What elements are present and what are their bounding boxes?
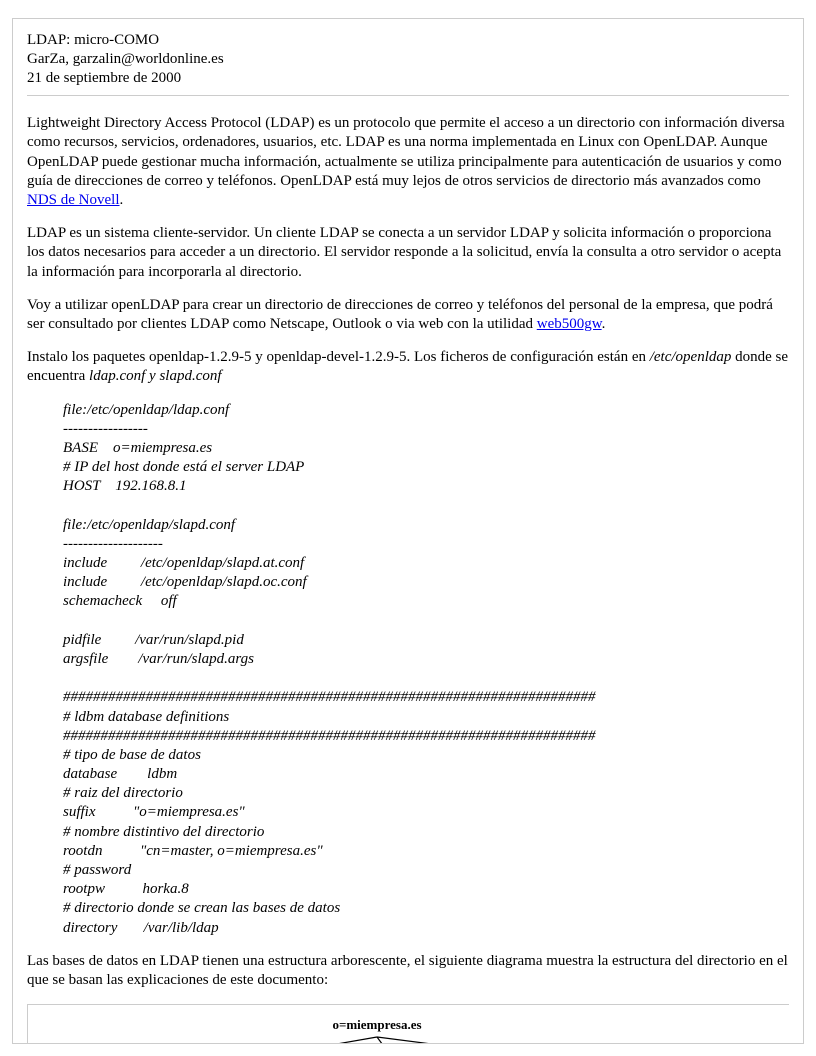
- diagram-root: o=miempresa.es: [332, 1017, 421, 1032]
- usage-text: Voy a utilizar openLDAP para crear un di…: [27, 297, 773, 332]
- install-files: ldap.conf y slapd.conf: [89, 368, 221, 384]
- divider: [27, 95, 789, 96]
- intro-tail: .: [120, 192, 124, 208]
- install-text-a: Instalo los paquetes openldap-1.2.9-5 y …: [27, 349, 650, 365]
- install-paragraph: Instalo los paquetes openldap-1.2.9-5 y …: [27, 348, 789, 386]
- config-block: file:/etc/openldap/ldap.conf -----------…: [63, 401, 789, 938]
- tree-diagram: o=miempresa.es ou=cordoba ou=alm.cordoba…: [27, 1004, 789, 1044]
- doc-author: GarZa, garzalin@worldonline.es: [27, 50, 789, 69]
- doc-date: 21 de septiembre de 2000: [27, 69, 789, 88]
- intro-paragraph: Lightweight Directory Access Protocol (L…: [27, 114, 789, 210]
- client-server-paragraph: LDAP es un sistema cliente-servidor. Un …: [27, 224, 789, 282]
- usage-tail: .: [602, 316, 606, 332]
- intro-text: Lightweight Directory Access Protocol (L…: [27, 115, 785, 189]
- web500gw-link[interactable]: web500gw: [537, 316, 602, 332]
- nds-novell-link[interactable]: NDS de Novell: [27, 192, 120, 208]
- usage-paragraph: Voy a utilizar openLDAP para crear un di…: [27, 296, 789, 334]
- doc-title: LDAP: micro-COMO: [27, 31, 789, 50]
- install-path: /etc/openldap: [650, 349, 732, 365]
- document-frame: LDAP: micro-COMO GarZa, garzalin@worldon…: [12, 18, 804, 1044]
- tree-paragraph: Las bases de datos en LDAP tienen una es…: [27, 952, 789, 990]
